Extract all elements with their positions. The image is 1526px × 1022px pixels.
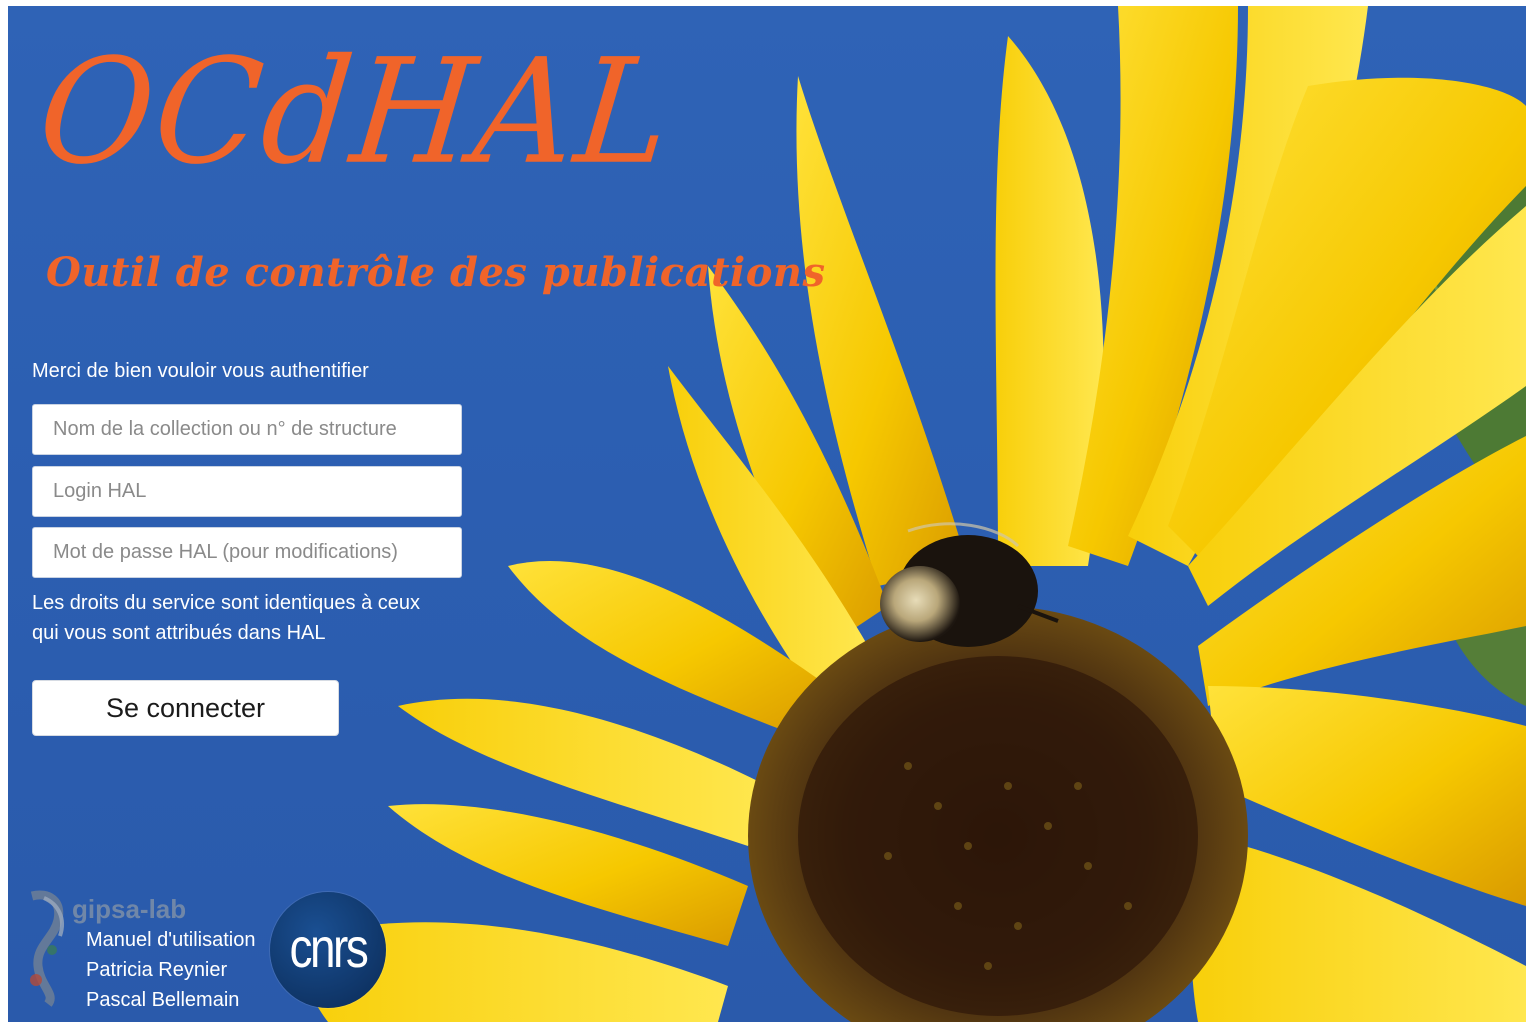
rights-note-line-2: qui vous sont attribués dans HAL: [32, 622, 326, 644]
cnrs-logo-icon: cnrs: [270, 892, 386, 1008]
author-pascal-link[interactable]: Pascal Bellemain: [86, 989, 239, 1012]
rights-note: Les droits du service sont identiques à …: [32, 588, 482, 648]
author-patricia-link[interactable]: Patricia Reynier: [86, 959, 227, 982]
app-subtitle: Outil de contrôle des publications: [46, 249, 826, 296]
connect-button[interactable]: Se connecter: [32, 680, 339, 736]
login-field[interactable]: [32, 466, 462, 517]
rights-note-line-1: Les droits du service sont identiques à …: [32, 592, 420, 614]
authentication-prompt: Merci de bien vouloir vous authentifier: [32, 360, 369, 382]
login-page: OCdHAL Outil de contrôle des publication…: [8, 6, 1526, 1022]
gipsa-lab-logo-icon: [30, 890, 64, 1007]
user-manual-link[interactable]: Manuel d'utilisation: [86, 929, 255, 952]
collection-field[interactable]: [32, 404, 462, 455]
gipsa-lab-name: gipsa-lab: [72, 894, 187, 924]
app-title: OCdHAL: [31, 27, 681, 197]
password-field[interactable]: [32, 527, 462, 578]
cnrs-logo-text: cnrs: [289, 915, 369, 979]
